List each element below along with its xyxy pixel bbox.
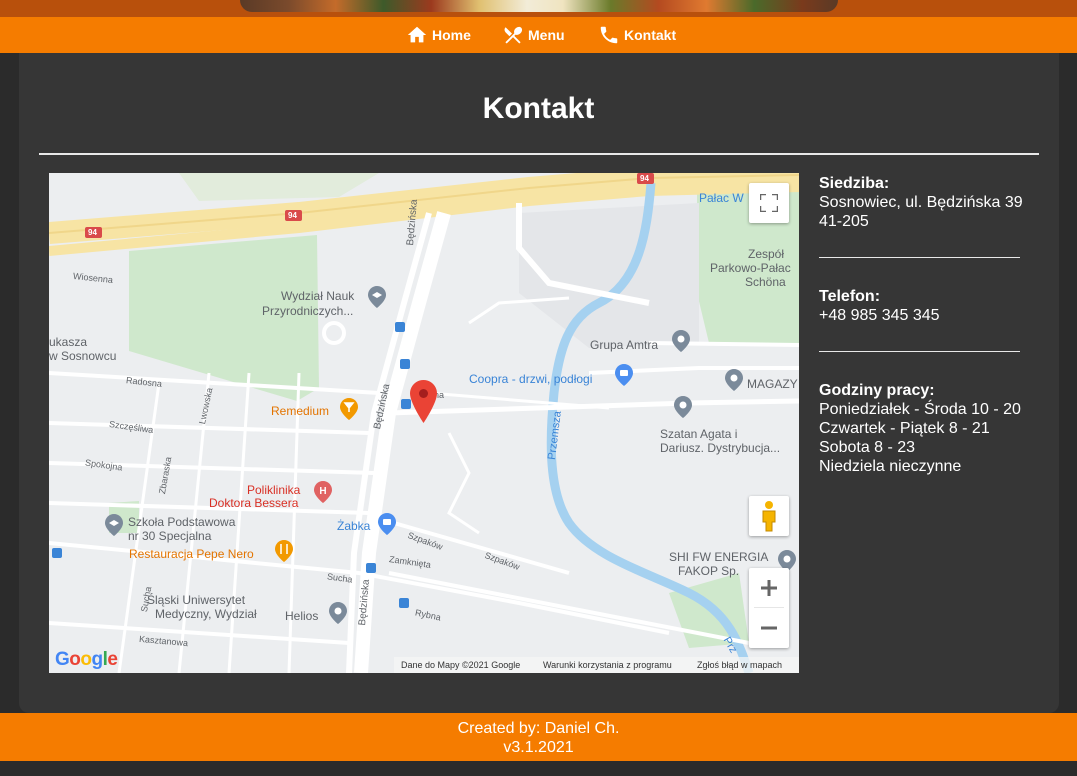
map-label-coopra: Coopra - drzwi, podłogi bbox=[469, 372, 593, 386]
zoom-out-button[interactable] bbox=[749, 608, 789, 648]
restaurant-pin-icon bbox=[275, 540, 293, 562]
map-label-zespol: Parkowo-Pałac bbox=[710, 261, 791, 275]
fullscreen-button[interactable] bbox=[749, 183, 789, 223]
title-divider bbox=[39, 153, 1039, 155]
map-label-magazyn: MAGAZY bbox=[747, 377, 798, 391]
map-label-szkola: nr 30 Specjalna bbox=[128, 529, 212, 543]
nav-item-home[interactable]: Home bbox=[406, 17, 471, 53]
zoom-control bbox=[749, 568, 789, 648]
school-pin-icon bbox=[368, 286, 386, 308]
google-logo-letter: e bbox=[107, 649, 118, 670]
google-logo-letter: o bbox=[80, 649, 92, 670]
map-label-wydzial: Wydział Nauk bbox=[281, 289, 355, 303]
map-label-lukasza: w Sosnowcu bbox=[49, 349, 117, 363]
map-label-poliklinika: Poliklinika bbox=[247, 483, 301, 497]
nav-item-menu-label: Menu bbox=[528, 27, 565, 43]
map-marker-icon[interactable] bbox=[410, 380, 437, 423]
phone-block: Telefon: +48 985 345 345 bbox=[819, 287, 940, 325]
road-shield: 94 bbox=[640, 174, 649, 183]
map-report-link[interactable]: Zgłoś błąd w mapach bbox=[697, 660, 782, 670]
nav-item-menu[interactable]: Menu bbox=[502, 17, 565, 53]
zoom-in-button[interactable] bbox=[749, 568, 789, 607]
header-banner bbox=[0, 0, 1077, 17]
footer-credits: Created by: Daniel Ch. bbox=[457, 720, 620, 737]
pegman-icon bbox=[762, 501, 776, 532]
map-terms-link[interactable]: Warunki korzystania z programu bbox=[543, 660, 672, 670]
bar-pin-icon bbox=[340, 398, 358, 420]
shopping-pin-icon bbox=[615, 364, 633, 386]
map-label-shi: SHI FW ENERGIA bbox=[669, 550, 769, 564]
map-label-szatan: Szatan Agata i bbox=[660, 427, 738, 441]
map-label-zabka: Żabka bbox=[337, 519, 371, 533]
map-attribution: Dane do Mapy ©2021 Google bbox=[401, 660, 521, 670]
map-label-slaski: Medyczny, Wydział bbox=[155, 607, 257, 621]
google-logo-letter: g bbox=[91, 649, 104, 670]
telefon-label: Telefon: bbox=[819, 288, 881, 305]
fullscreen-icon bbox=[760, 194, 778, 212]
map-label-zespol: Schöna bbox=[745, 275, 786, 289]
road-shield: 94 bbox=[88, 228, 97, 237]
siedziba-address: Sosnowiec, ul. Będzińska 39 bbox=[819, 194, 1023, 211]
address-block: Siedziba: Sosnowiec, ul. Będzińska 39 41… bbox=[819, 174, 1023, 231]
shopping-pin-icon bbox=[378, 513, 396, 535]
page-title: Kontakt bbox=[482, 92, 595, 125]
place-pin-icon bbox=[674, 396, 692, 418]
place-pin-icon bbox=[329, 602, 347, 624]
navbar: Home Menu Kontakt bbox=[0, 17, 1077, 53]
map-label-slaski: Śląski Uniwersytet bbox=[147, 593, 246, 607]
hospital-pin-icon: H bbox=[314, 481, 332, 503]
google-logo-letter: o bbox=[69, 649, 81, 670]
hours-label: Godziny pracy: bbox=[819, 382, 935, 399]
street-view-button[interactable] bbox=[749, 496, 789, 536]
siedziba-postal: 41-205 bbox=[819, 213, 869, 230]
bus-stop-icon bbox=[52, 548, 62, 558]
telefon-value: +48 985 345 345 bbox=[819, 307, 940, 324]
hours-line: Niedziela nieczynne bbox=[819, 458, 962, 475]
info-divider bbox=[819, 351, 1020, 352]
header-food-image bbox=[240, 0, 838, 12]
bus-stop-icon bbox=[399, 598, 409, 608]
map-label-poliklinika: Doktora Bessera bbox=[209, 496, 299, 510]
map-label-palac: Pałac W bbox=[699, 191, 744, 205]
nav-item-kontakt-label: Kontakt bbox=[624, 27, 677, 43]
minus-icon bbox=[761, 626, 777, 630]
hours-block: Godziny pracy: Poniedziałek - Środa 10 -… bbox=[819, 381, 1021, 476]
page-footer: Created by: Daniel Ch. v3.1.2021 bbox=[0, 713, 1077, 761]
siedziba-label: Siedziba: bbox=[819, 175, 890, 192]
hours-line: Czwartek - Piątek 8 - 21 bbox=[819, 420, 990, 437]
map-label-wydzial: Przyrodniczych... bbox=[262, 304, 354, 318]
info-divider bbox=[819, 257, 1020, 258]
map-label-szatan: Dariusz. Dystrybucja... bbox=[660, 441, 781, 455]
nav-item-kontakt[interactable]: Kontakt bbox=[598, 17, 676, 53]
bus-stop-icon bbox=[395, 322, 405, 332]
home-icon bbox=[407, 26, 427, 43]
map-label-lukasza: ukasza bbox=[49, 335, 88, 349]
google-map[interactable]: 94 94 94 Wydział Nauk Przyrodniczych... … bbox=[49, 173, 799, 673]
phone-icon bbox=[600, 26, 618, 44]
school-pin-icon bbox=[105, 514, 123, 536]
footer-version: v3.1.2021 bbox=[503, 739, 574, 756]
nav-item-home-label: Home bbox=[432, 27, 471, 43]
google-logo[interactable]: Google bbox=[55, 649, 118, 671]
road-shield: 94 bbox=[288, 211, 297, 220]
map-label-grupa-amtra: Grupa Amtra bbox=[590, 338, 659, 352]
fork-knife-icon bbox=[504, 26, 523, 44]
plus-icon bbox=[761, 579, 777, 596]
map-label-shi: FAKOP Sp. bbox=[678, 564, 740, 578]
map-label-szkola: Szkoła Podstawowa bbox=[128, 515, 236, 529]
map-label-pepe-nero: Restauracja Pepe Nero bbox=[129, 547, 254, 561]
map-label-zespol: Zespół bbox=[748, 247, 785, 261]
map-label-helios: Helios bbox=[285, 609, 319, 623]
hours-line: Poniedziałek - Środa 10 - 20 bbox=[819, 401, 1021, 418]
place-pin-icon bbox=[672, 330, 690, 352]
place-pin-icon bbox=[725, 369, 743, 391]
google-logo-letter: G bbox=[55, 649, 70, 670]
hours-line: Sobota 8 - 23 bbox=[819, 439, 916, 456]
svg-text:H: H bbox=[319, 486, 326, 497]
map-label-remedium: Remedium bbox=[271, 404, 330, 418]
bus-stop-icon bbox=[400, 359, 410, 369]
bus-stop-icon bbox=[366, 563, 376, 573]
